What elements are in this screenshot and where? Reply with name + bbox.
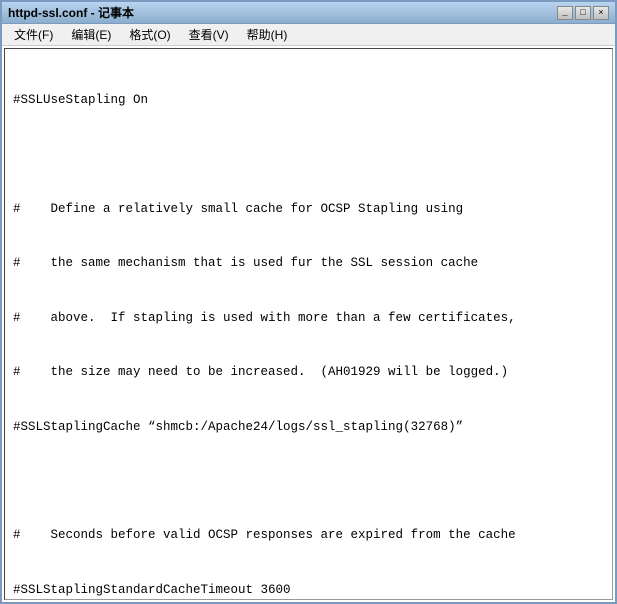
- menu-file[interactable]: 文件(F): [6, 24, 61, 45]
- close-button[interactable]: ×: [593, 6, 609, 20]
- window-title: httpd-ssl.conf - 记事本: [8, 4, 134, 21]
- code-line-9: #SSLStaplingStandardCacheTimeout 3600: [13, 581, 604, 599]
- code-line-2: # Define a relatively small cache for OC…: [13, 200, 604, 218]
- code-line-8: # Seconds before valid OCSP responses ar…: [13, 526, 604, 544]
- menu-help[interactable]: 帮助(H): [239, 24, 296, 45]
- content-area[interactable]: #SSLUseStapling On # Define a relatively…: [4, 48, 613, 600]
- code-line-7: [13, 472, 604, 490]
- maximize-button[interactable]: □: [575, 6, 591, 20]
- code-line-3: # the same mechanism that is used fur th…: [13, 254, 604, 272]
- menu-bar: 文件(F) 编辑(E) 格式(O) 查看(V) 帮助(H): [2, 24, 615, 46]
- title-bar: httpd-ssl.conf - 记事本 _ □ ×: [2, 2, 615, 24]
- code-line-4: # above. If stapling is used with more t…: [13, 309, 604, 327]
- menu-format[interactable]: 格式(O): [121, 24, 178, 45]
- minimize-button[interactable]: _: [557, 6, 573, 20]
- code-line-0: #SSLUseStapling On: [13, 91, 604, 109]
- menu-view[interactable]: 查看(V): [181, 24, 237, 45]
- code-content: #SSLUseStapling On # Define a relatively…: [13, 55, 604, 600]
- menu-edit[interactable]: 编辑(E): [63, 24, 119, 45]
- title-bar-buttons: _ □ ×: [557, 6, 609, 20]
- window-frame: httpd-ssl.conf - 记事本 _ □ × 文件(F) 编辑(E) 格…: [0, 0, 617, 604]
- code-line-6: #SSLStaplingCache “shmcb:/Apache24/logs/…: [13, 418, 604, 436]
- code-line-5: # the size may need to be increased. (AH…: [13, 363, 604, 381]
- code-line-1: [13, 146, 604, 164]
